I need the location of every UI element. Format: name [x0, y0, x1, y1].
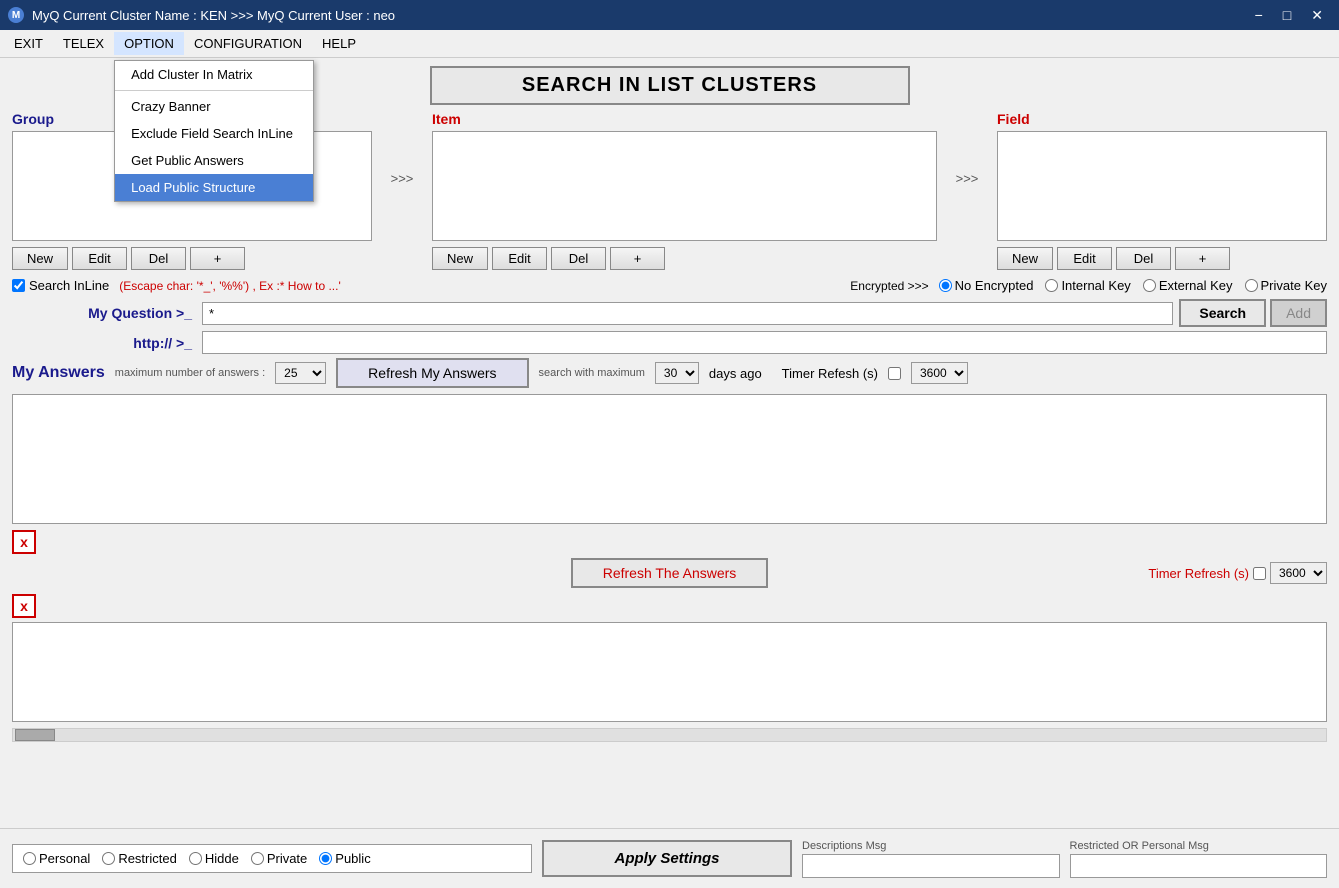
menu-exit[interactable]: EXIT — [4, 32, 53, 55]
timer-refresh-select[interactable]: 1800 3600 7200 — [1270, 562, 1327, 584]
window-controls: − □ ✕ — [1247, 6, 1331, 24]
answers-header: My Answers maximum number of answers : 1… — [12, 358, 1327, 388]
item-column: Item — [432, 111, 937, 241]
public-option[interactable]: Public — [319, 851, 370, 866]
field-buttons: New Edit Del + — [997, 247, 1327, 270]
http-label: http:// >_ — [12, 335, 202, 351]
group-del-button[interactable]: Del — [131, 247, 186, 270]
app-icon: M — [8, 7, 24, 23]
timer-refresh-label: Timer Refresh (s) — [1148, 566, 1249, 581]
field-del-button[interactable]: Del — [1116, 247, 1171, 270]
menu-telex[interactable]: TELEX — [53, 32, 114, 55]
max-answers-label: maximum number of answers : — [115, 367, 265, 379]
option-dropdown: Add Cluster In Matrix Crazy Banner Exclu… — [114, 60, 314, 202]
desc-label: Descriptions Msg — [802, 840, 1060, 852]
group-new-button[interactable]: New — [12, 247, 68, 270]
personal-option[interactable]: Personal — [23, 851, 90, 866]
restricted-option[interactable]: Restricted — [102, 851, 177, 866]
search-button[interactable]: Search — [1179, 299, 1266, 327]
refresh-my-answers-button[interactable]: Refresh My Answers — [336, 358, 528, 388]
search-max-label: search with maximum — [539, 367, 645, 379]
dropdown-crazy-banner[interactable]: Crazy Banner — [115, 93, 313, 120]
item-list[interactable] — [432, 131, 937, 241]
encrypted-section: Encrypted >>> No Encrypted Internal Key … — [850, 278, 1327, 293]
no-encrypted-option[interactable]: No Encrypted — [939, 278, 1034, 293]
add-button[interactable]: Add — [1270, 299, 1327, 327]
private-option[interactable]: Private — [251, 851, 307, 866]
dropdown-add-cluster[interactable]: Add Cluster In Matrix — [115, 61, 313, 88]
http-row: http:// >_ — [12, 331, 1327, 354]
group-edit-button[interactable]: Edit — [72, 247, 127, 270]
minimize-button[interactable]: − — [1247, 6, 1271, 24]
encryption-radio-group: No Encrypted Internal Key External Key P… — [939, 278, 1327, 293]
close-button[interactable]: ✕ — [1303, 6, 1331, 24]
description-section: Descriptions Msg — [802, 840, 1060, 878]
arrow-2: >>> — [937, 111, 997, 186]
refresh-answers-row: Refresh The Answers Timer Refresh (s) 18… — [12, 558, 1327, 588]
restricted-section: Restricted OR Personal Msg — [1070, 840, 1328, 878]
visibility-radio-group: Personal Restricted Hidde Private Public — [12, 844, 532, 873]
bottom-bar: Personal Restricted Hidde Private Public… — [0, 828, 1339, 888]
search-inline-row: Search InLine (Escape char: '*_', '%%') … — [12, 278, 1327, 293]
item-buttons: New Edit Del + — [432, 247, 937, 270]
answers-area[interactable] — [12, 394, 1327, 524]
item-edit-button[interactable]: Edit — [492, 247, 547, 270]
timer-checkbox[interactable] — [888, 367, 901, 380]
lower-answers-area[interactable] — [12, 622, 1327, 722]
search-inline-checkbox[interactable] — [12, 279, 25, 292]
maximize-button[interactable]: □ — [1275, 6, 1299, 24]
menu-help[interactable]: HELP — [312, 32, 366, 55]
max-answers-select[interactable]: 10 25 50 100 — [275, 362, 326, 384]
field-new-button[interactable]: New — [997, 247, 1053, 270]
encrypted-label: Encrypted >>> — [850, 279, 928, 293]
timer-select[interactable]: 1800 3600 7200 — [911, 362, 968, 384]
external-key-option[interactable]: External Key — [1143, 278, 1233, 293]
item-new-button[interactable]: New — [432, 247, 488, 270]
horizontal-scrollbar[interactable] — [12, 728, 1327, 742]
group-plus-button[interactable]: + — [190, 247, 245, 270]
group-buttons: New Edit Del + — [12, 247, 372, 270]
timer-refresh-checkbox[interactable] — [1253, 567, 1266, 580]
field-edit-button[interactable]: Edit — [1057, 247, 1112, 270]
timer-right-section: Timer Refresh (s) 1800 3600 7200 — [1148, 562, 1327, 584]
field-plus-button[interactable]: + — [1175, 247, 1230, 270]
timer-label: Timer Refesh (s) — [782, 366, 878, 381]
search-inline-label[interactable]: Search InLine — [12, 278, 109, 293]
dropdown-load-public[interactable]: Load Public Structure — [115, 174, 313, 201]
field-column: Field — [997, 111, 1327, 241]
apply-settings-button[interactable]: Apply Settings — [542, 840, 792, 877]
escape-hint: (Escape char: '*_', '%%') , Ex :* How to… — [119, 279, 341, 293]
menu-option[interactable]: OPTION — [114, 32, 184, 55]
item-del-button[interactable]: Del — [551, 247, 606, 270]
search-title: SEARCH IN LIST CLUSTERS — [430, 66, 910, 105]
dropdown-exclude-field[interactable]: Exclude Field Search InLine — [115, 120, 313, 147]
dropdown-get-public[interactable]: Get Public Answers — [115, 147, 313, 174]
restricted-input[interactable] — [1070, 854, 1328, 878]
desc-input[interactable] — [802, 854, 1060, 878]
hide-option[interactable]: Hidde — [189, 851, 239, 866]
days-label: days ago — [709, 366, 762, 381]
days-select[interactable]: 30 60 90 — [655, 362, 699, 384]
question-row: My Question >_ Search Add — [12, 299, 1327, 327]
item-label: Item — [432, 111, 937, 127]
internal-key-option[interactable]: Internal Key — [1045, 278, 1130, 293]
refresh-answers-button[interactable]: Refresh The Answers — [571, 558, 769, 588]
scrollbar-thumb[interactable] — [15, 729, 55, 741]
menu-configuration[interactable]: CONFIGURATION — [184, 32, 312, 55]
question-label: My Question >_ — [12, 305, 202, 321]
restricted-label: Restricted OR Personal Msg — [1070, 840, 1328, 852]
title-bar: M MyQ Current Cluster Name : KEN >>> MyQ… — [0, 0, 1339, 30]
x-button-2[interactable]: x — [12, 594, 36, 618]
x-button-1[interactable]: x — [12, 530, 36, 554]
item-plus-button[interactable]: + — [610, 247, 665, 270]
http-input[interactable] — [202, 331, 1327, 354]
private-key-option[interactable]: Private Key — [1245, 278, 1327, 293]
field-list[interactable] — [997, 131, 1327, 241]
window-title: MyQ Current Cluster Name : KEN >>> MyQ C… — [32, 8, 395, 23]
arrow-1: >>> — [372, 111, 432, 186]
field-label: Field — [997, 111, 1327, 127]
question-input[interactable] — [202, 302, 1173, 325]
answers-label: My Answers — [12, 364, 105, 382]
menu-bar: EXIT TELEX OPTION Add Cluster In Matrix … — [0, 30, 1339, 58]
